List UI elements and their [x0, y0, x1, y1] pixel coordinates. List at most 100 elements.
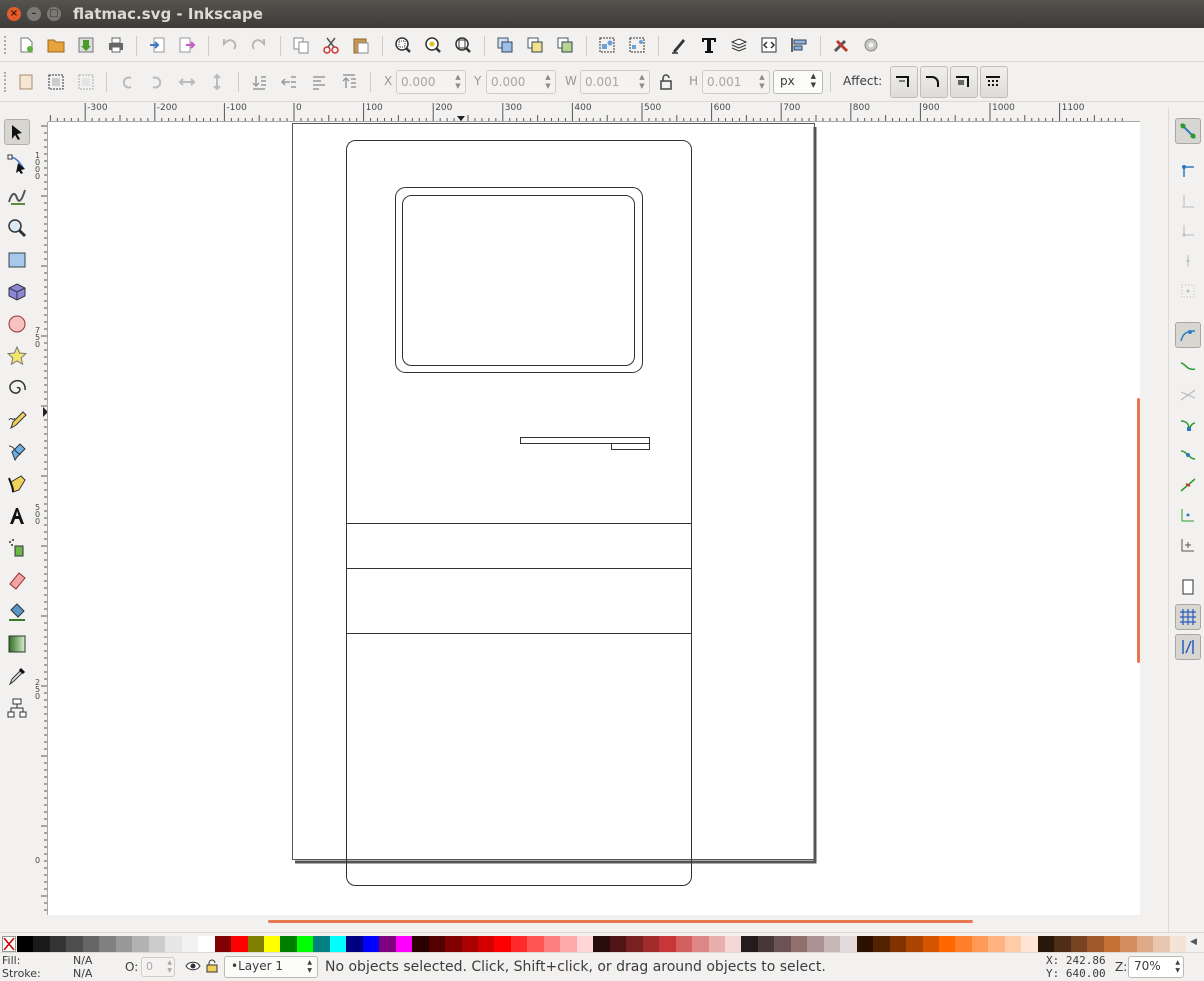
color-swatch[interactable] — [494, 936, 512, 952]
color-swatch[interactable] — [214, 936, 232, 952]
zoom-field[interactable]: 70% ▲ ▼ — [1128, 956, 1184, 978]
copy-icon[interactable] — [290, 34, 312, 56]
color-swatch[interactable] — [296, 936, 314, 952]
color-swatch[interactable] — [1054, 936, 1072, 952]
select-all-layers-icon[interactable] — [45, 71, 67, 93]
ungroup-icon[interactable] — [626, 34, 648, 56]
new-document-icon[interactable] — [15, 34, 37, 56]
color-swatch[interactable] — [247, 936, 265, 952]
spin-arrows-icon[interactable]: ▲ ▼ — [167, 959, 172, 975]
rotate-ccw-icon[interactable] — [116, 71, 138, 93]
dropper-tool[interactable] — [4, 663, 30, 689]
zoom-tool[interactable] — [4, 215, 30, 241]
vertical-scrollbar[interactable] — [1137, 108, 1168, 932]
snap-cusp-nodes-toggle[interactable] — [1175, 412, 1201, 438]
color-swatch[interactable] — [280, 936, 298, 952]
color-swatch[interactable] — [922, 936, 940, 952]
spin-arrows-icon[interactable]: ▲ ▼ — [757, 73, 767, 91]
snap-rotation-centers-toggle[interactable] — [1175, 532, 1201, 558]
deselect-icon[interactable] — [75, 71, 97, 93]
import-icon[interactable] — [146, 34, 168, 56]
rotate-cw-icon[interactable] — [146, 71, 168, 93]
raise-icon[interactable] — [308, 71, 330, 93]
group-icon[interactable] — [596, 34, 618, 56]
vertical-ruler[interactable]: 1000 750 500 250 0 — [33, 122, 48, 915]
color-swatch[interactable] — [675, 936, 693, 952]
print-icon[interactable] — [105, 34, 127, 56]
color-swatch[interactable] — [1153, 936, 1171, 952]
snap-grid-toggle[interactable] — [1175, 604, 1201, 630]
color-swatch[interactable] — [445, 936, 463, 952]
color-swatch[interactable] — [609, 936, 627, 952]
y-coordinate-field[interactable]: ▲▼ — [486, 70, 556, 94]
duplicate-icon[interactable] — [494, 34, 516, 56]
clone-icon[interactable] — [524, 34, 546, 56]
move-gradients-toggle[interactable] — [950, 66, 978, 98]
color-swatch[interactable] — [1037, 936, 1055, 952]
color-swatch[interactable] — [708, 936, 726, 952]
zoom-drawing-icon[interactable] — [422, 34, 444, 56]
snap-guides-toggle[interactable] — [1175, 634, 1201, 660]
star-tool[interactable] — [4, 343, 30, 369]
color-swatch[interactable] — [231, 936, 248, 952]
color-swatch[interactable] — [889, 936, 907, 952]
color-swatch[interactable] — [115, 936, 133, 952]
lower-to-bottom-icon[interactable] — [248, 71, 270, 93]
maximize-window-button[interactable]: □ — [47, 7, 61, 21]
snap-bbox-edges-toggle[interactable] — [1175, 188, 1201, 214]
color-swatch[interactable] — [346, 936, 364, 952]
horizontal-scroll-thumb[interactable] — [268, 920, 973, 923]
color-swatch[interactable] — [1103, 936, 1121, 952]
color-swatch[interactable] — [412, 936, 430, 952]
color-swatch[interactable] — [593, 936, 611, 952]
x-coordinate-field[interactable]: ▲▼ — [396, 70, 466, 94]
opacity-spinbox[interactable]: 0 ▲ ▼ — [141, 957, 175, 977]
calligraphy-tool[interactable] — [4, 471, 30, 497]
color-swatch[interactable] — [329, 936, 347, 952]
vertical-scroll-thumb[interactable] — [1137, 398, 1140, 663]
3d-box-tool[interactable] — [4, 279, 30, 305]
flip-horizontal-icon[interactable] — [176, 71, 198, 93]
snap-nodes-toggle[interactable] — [1175, 322, 1201, 348]
gradient-tool[interactable] — [4, 631, 30, 657]
lower-icon[interactable] — [278, 71, 300, 93]
fill-value[interactable]: N/A — [73, 954, 92, 967]
snap-line-midpoints-toggle[interactable] — [1175, 472, 1201, 498]
color-swatch[interactable] — [626, 936, 644, 952]
toolbar-grip[interactable] — [4, 72, 8, 92]
color-swatch[interactable] — [49, 936, 67, 952]
text-tool[interactable] — [4, 503, 30, 529]
undo-icon[interactable] — [218, 34, 240, 56]
color-swatch[interactable] — [181, 936, 199, 952]
color-swatch[interactable] — [1136, 936, 1154, 952]
paste-icon[interactable] — [350, 34, 372, 56]
connector-tool[interactable] — [4, 695, 30, 721]
snap-bbox-corners-toggle[interactable] — [1175, 218, 1201, 244]
color-swatch[interactable] — [642, 936, 660, 952]
layers-icon[interactable] — [728, 34, 750, 56]
snap-smooth-nodes-toggle[interactable] — [1175, 442, 1201, 468]
color-swatch[interactable] — [823, 936, 841, 952]
layer-selector[interactable]: •Layer 1 ▲ ▼ — [224, 956, 318, 978]
color-swatch[interactable] — [1087, 936, 1105, 952]
document-properties-gear-icon[interactable] — [860, 34, 882, 56]
color-swatch[interactable] — [362, 936, 380, 952]
export-icon[interactable] — [176, 34, 198, 56]
lock-proportions-icon[interactable] — [655, 71, 677, 93]
select-all-icon[interactable] — [15, 71, 37, 93]
preferences-tools-icon[interactable] — [830, 34, 852, 56]
color-swatch[interactable] — [939, 936, 956, 952]
color-swatch[interactable] — [692, 936, 709, 952]
pencil-tool[interactable] — [4, 407, 30, 433]
color-swatch[interactable] — [790, 936, 808, 952]
color-swatch[interactable] — [198, 936, 216, 952]
eraser-tool[interactable] — [4, 567, 30, 593]
toolbar-grip[interactable] — [4, 36, 8, 54]
cut-icon[interactable] — [320, 34, 342, 56]
stroke-value[interactable]: N/A — [73, 967, 92, 980]
color-swatch[interactable] — [840, 936, 858, 952]
spiral-tool[interactable] — [4, 375, 30, 401]
unlink-clone-icon[interactable] — [554, 34, 576, 56]
xml-editor-icon[interactable] — [758, 34, 780, 56]
drawing-canvas[interactable] — [48, 122, 1140, 915]
